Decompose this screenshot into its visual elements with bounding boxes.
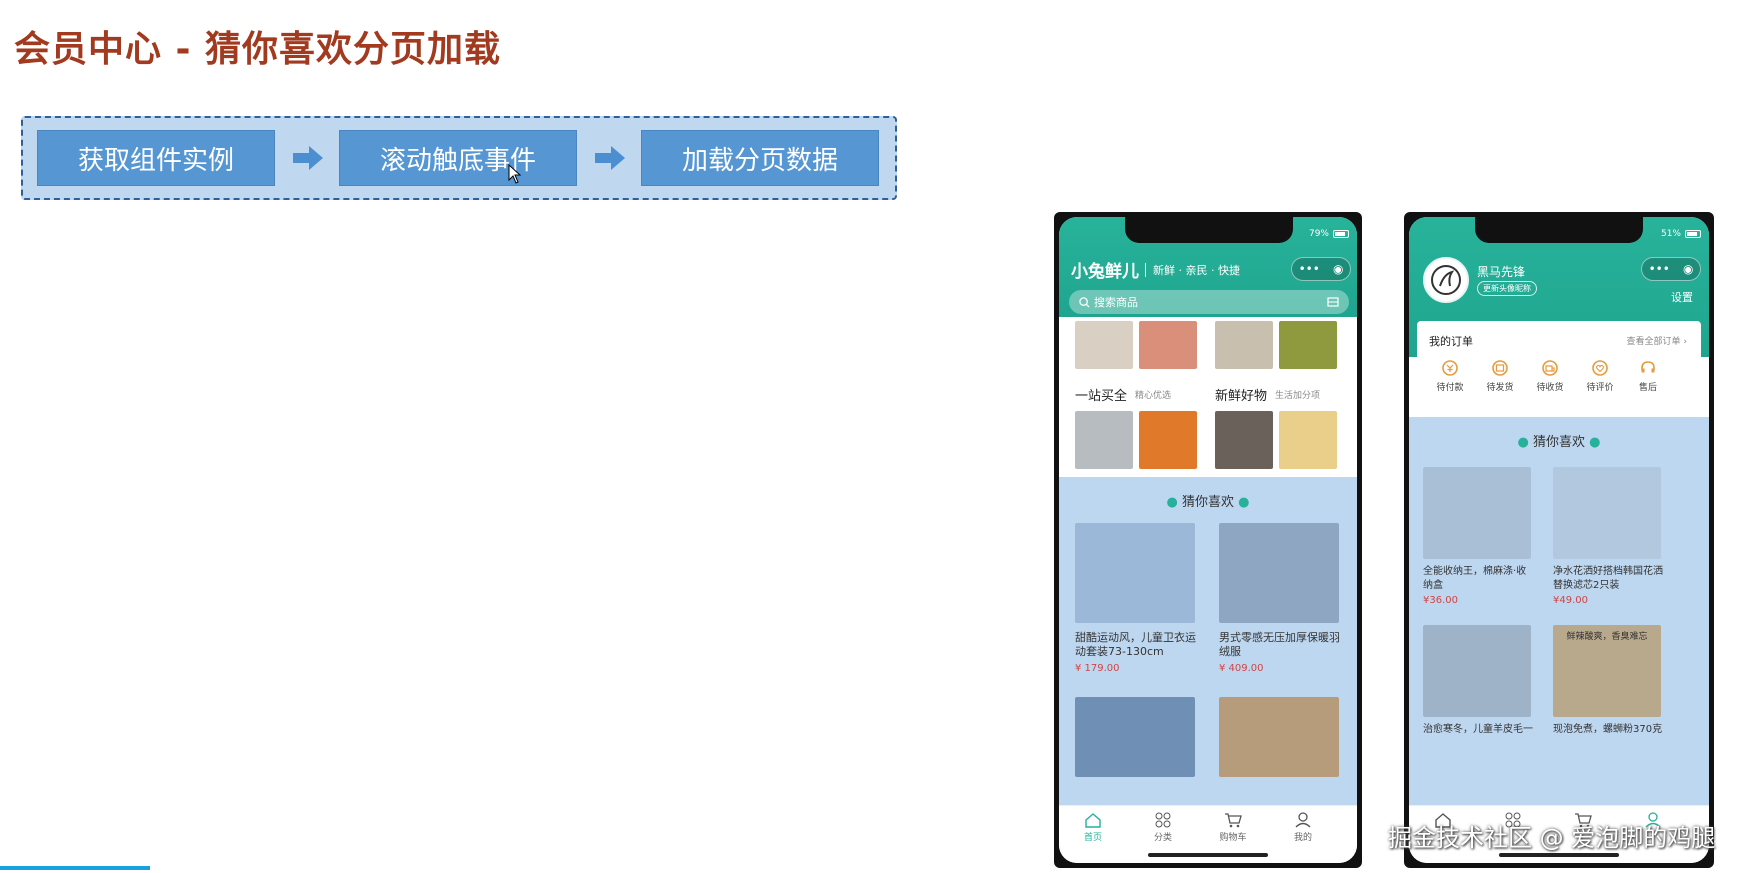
settings-link[interactable]: 设置 (1671, 289, 1693, 305)
slide-title: 会员中心 - 猜你喜欢分页加载 (14, 29, 502, 70)
home-indicator (1148, 853, 1268, 857)
search-icon (1079, 296, 1090, 308)
phone-home: 79% 小兔鲜儿 新鲜 · 亲民 · 快捷 ••• ◉ 搜索商品 一站买全 精心… (1054, 212, 1362, 868)
product-price: ¥36.00 (1423, 595, 1458, 606)
brand-logo: 小兔鲜儿 (1071, 262, 1139, 282)
product-name[interactable]: 全能收纳王，棉麻涤·收纳盒 (1423, 565, 1533, 593)
phone-member: 51% 黑马先锋 更新头像昵称 ••• ◉ 设置 我的订单 查看全部订单 › 待… (1404, 212, 1714, 868)
product-image[interactable] (1279, 411, 1337, 469)
section-subtitle: 生活加分项 (1275, 391, 1321, 401)
product-image[interactable] (1075, 523, 1195, 623)
tab-cart[interactable]: 购物车 (1211, 812, 1255, 843)
order-pending-review[interactable]: 待评价 (1581, 359, 1619, 393)
order-after-sale[interactable]: 售后 (1629, 359, 1667, 393)
heart-icon (1592, 360, 1608, 376)
product-price: ¥ 179.00 (1075, 663, 1120, 674)
product-image[interactable] (1075, 411, 1133, 469)
tab-home[interactable]: 首页 (1071, 812, 1115, 843)
status-bar: 79% (1309, 229, 1349, 239)
more-icon[interactable]: ••• (1649, 262, 1670, 276)
more-icon[interactable]: ••• (1299, 262, 1320, 276)
arrow-right-icon (293, 146, 323, 170)
step-scroll-bottom[interactable]: 滚动触底事件 (339, 130, 577, 186)
avatar[interactable] (1423, 257, 1469, 303)
section-title: 一站买全 (1075, 389, 1128, 404)
mouse-cursor-icon (508, 164, 522, 184)
product-name[interactable]: 净水花洒好搭档韩国花洒替换滤芯2只装 (1553, 565, 1663, 593)
section-subtitle: 精心优选 (1135, 391, 1172, 401)
home-icon (1085, 813, 1101, 828)
guess-title: ● 猜你喜欢 ● (1166, 495, 1250, 510)
flow-diagram: 获取组件实例 滚动触底事件 加载分页数据 (21, 116, 897, 200)
cart-icon (1225, 813, 1242, 828)
nickname: 黑马先锋 (1477, 265, 1526, 279)
close-target-icon[interactable]: ◉ (1683, 262, 1693, 276)
close-target-icon[interactable]: ◉ (1333, 262, 1343, 276)
product-price: ¥49.00 (1553, 595, 1588, 606)
user-icon (1295, 812, 1311, 828)
product-name[interactable]: 治愈寒冬，儿童羊皮毛一 (1423, 723, 1533, 737)
product-image[interactable] (1423, 625, 1531, 717)
product-price: ¥ 409.00 (1219, 663, 1264, 674)
order-pending-ship[interactable]: 待发货 (1481, 359, 1519, 393)
product-image[interactable] (1279, 321, 1337, 369)
arrow-right-icon (595, 146, 625, 170)
product-image[interactable] (1219, 523, 1339, 623)
tab-category[interactable]: 分类 (1141, 812, 1185, 843)
battery-icon (1333, 230, 1349, 238)
orders-title: 我的订单 (1429, 335, 1473, 348)
wallet-icon (1442, 360, 1458, 376)
product-image[interactable] (1139, 321, 1197, 369)
order-pending-receive[interactable]: 待收货 (1531, 359, 1569, 393)
horse-logo-icon (1431, 265, 1461, 295)
product-image[interactable] (1553, 467, 1661, 559)
product-name[interactable]: 甜酷运动风，儿童卫衣运动套装73-130cm (1075, 631, 1199, 659)
home-indicator (1499, 853, 1619, 857)
product-name[interactable]: 男式零感无压加厚保暖羽绒服 (1219, 631, 1343, 659)
search-input[interactable]: 搜索商品 (1069, 290, 1349, 314)
mini-program-capsule[interactable]: ••• ◉ (1291, 257, 1351, 281)
product-image[interactable] (1075, 321, 1133, 369)
tab-mine[interactable]: 我的 (1281, 812, 1325, 843)
product-image[interactable] (1423, 467, 1531, 559)
product-image[interactable] (1215, 321, 1273, 369)
edit-profile-badge[interactable]: 更新头像昵称 (1477, 281, 1537, 296)
food-banner-text: 鲜辣酸爽，香臭难忘 (1566, 632, 1648, 642)
step-load-page[interactable]: 加载分页数据 (641, 130, 879, 186)
package-icon (1492, 360, 1508, 376)
tab-bar: 首页 分类 购物车 我的 (1059, 805, 1357, 863)
product-image[interactable] (1139, 411, 1197, 469)
battery-icon (1685, 230, 1701, 238)
status-bar: 51% (1661, 229, 1701, 239)
headset-icon (1641, 361, 1655, 373)
truck-icon (1542, 360, 1558, 376)
section-title: 新鲜好物 (1215, 389, 1268, 404)
view-all-orders-link[interactable]: 查看全部订单 › (1627, 334, 1687, 347)
step-get-component[interactable]: 获取组件实例 (37, 130, 275, 186)
guess-title: ● 猜你喜欢 ● (1517, 435, 1601, 450)
product-image[interactable] (1219, 697, 1339, 777)
scan-icon[interactable] (1327, 297, 1339, 307)
order-pending-payment[interactable]: 待付款 (1431, 359, 1469, 393)
product-name[interactable]: 现泡免煮，螺蛳粉370克 (1553, 723, 1663, 737)
slogan: 新鲜 · 亲民 · 快捷 (1153, 264, 1240, 277)
product-image[interactable] (1215, 411, 1273, 469)
category-icon (1155, 812, 1171, 828)
watermark: 掘金技术社区 @ 爱泡脚的鸡腿 (1388, 824, 1716, 852)
video-progress-bar[interactable] (0, 866, 150, 870)
mini-program-capsule[interactable]: ••• ◉ (1641, 257, 1701, 281)
product-image[interactable] (1075, 697, 1195, 777)
